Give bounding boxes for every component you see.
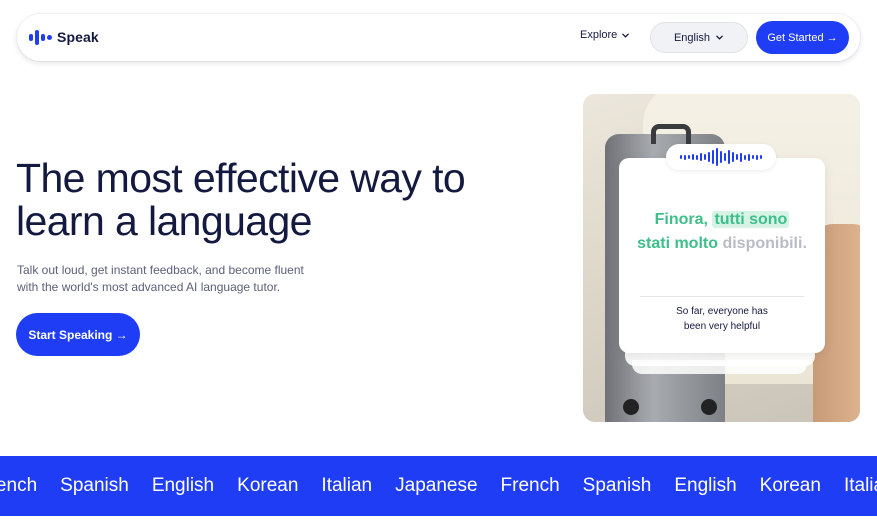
marquee-language-item: Italian <box>843 475 877 496</box>
marquee-language-item: Italian <box>321 475 373 496</box>
marquee-language-item: English <box>151 475 215 496</box>
speak-logo-icon <box>29 29 52 45</box>
marquee-language-item: French <box>0 475 38 496</box>
english-translation: So far, everyone has been very helpful <box>640 304 804 334</box>
hero-title-line1: The most effective way to <box>16 155 466 201</box>
english-translation-line1: So far, everyone has <box>676 306 768 317</box>
hero-subtitle: Talk out loud, get instant feedback, and… <box>17 262 347 296</box>
italian-upcoming-word: disponibili. <box>722 235 807 252</box>
get-started-button[interactable]: Get Started → <box>756 21 849 54</box>
marquee-language-item: Korean <box>237 475 299 496</box>
marquee-language-item: Japanese <box>395 475 478 496</box>
italian-highlighted-phrase: tutti sono <box>712 211 790 228</box>
marquee-language-item: English <box>674 475 737 496</box>
hero-title: The most effective way to learn a langua… <box>16 157 516 243</box>
italian-sentence: Finora, tutti sono stati molto disponibi… <box>622 208 822 256</box>
languages-marquee: French Spanish English Korean Italian Japanes… <box>0 456 877 516</box>
italian-word-finora: Finora, <box>654 211 708 228</box>
start-speaking-button[interactable]: Start Speaking → <box>16 313 140 356</box>
marquee-language-item: Korean <box>759 475 821 496</box>
top-navigation: Speak Explore English Get Started → <box>17 14 860 61</box>
hero-subtitle-line2: with the world's most advanced AI langua… <box>17 280 281 294</box>
marquee-language-item: Spanish <box>60 475 129 496</box>
chevron-down-icon <box>622 33 630 38</box>
hero-title-line2: learn a language <box>16 198 312 244</box>
chevron-down-icon <box>716 35 723 40</box>
hero-subtitle-line1: Talk out loud, get instant feedback, and… <box>17 263 304 277</box>
marquee-language-item: Spanish <box>582 475 652 496</box>
card-divider <box>640 296 804 297</box>
explore-menu[interactable]: Explore <box>580 29 630 41</box>
italian-phrase: stati molto <box>637 235 718 252</box>
language-selector-label: English <box>673 31 711 44</box>
explore-label: Explore <box>580 29 618 41</box>
language-selector[interactable]: English <box>650 22 748 53</box>
english-translation-line2: been very helpful <box>683 321 761 332</box>
audio-waveform-icon <box>666 144 776 170</box>
marquee-language-item: French <box>500 475 560 496</box>
speak-logo[interactable]: Speak <box>29 27 99 47</box>
brand-name: Speak <box>57 29 99 45</box>
marquee-track: French Spanish English Korean Italian Japanes… <box>0 456 877 516</box>
